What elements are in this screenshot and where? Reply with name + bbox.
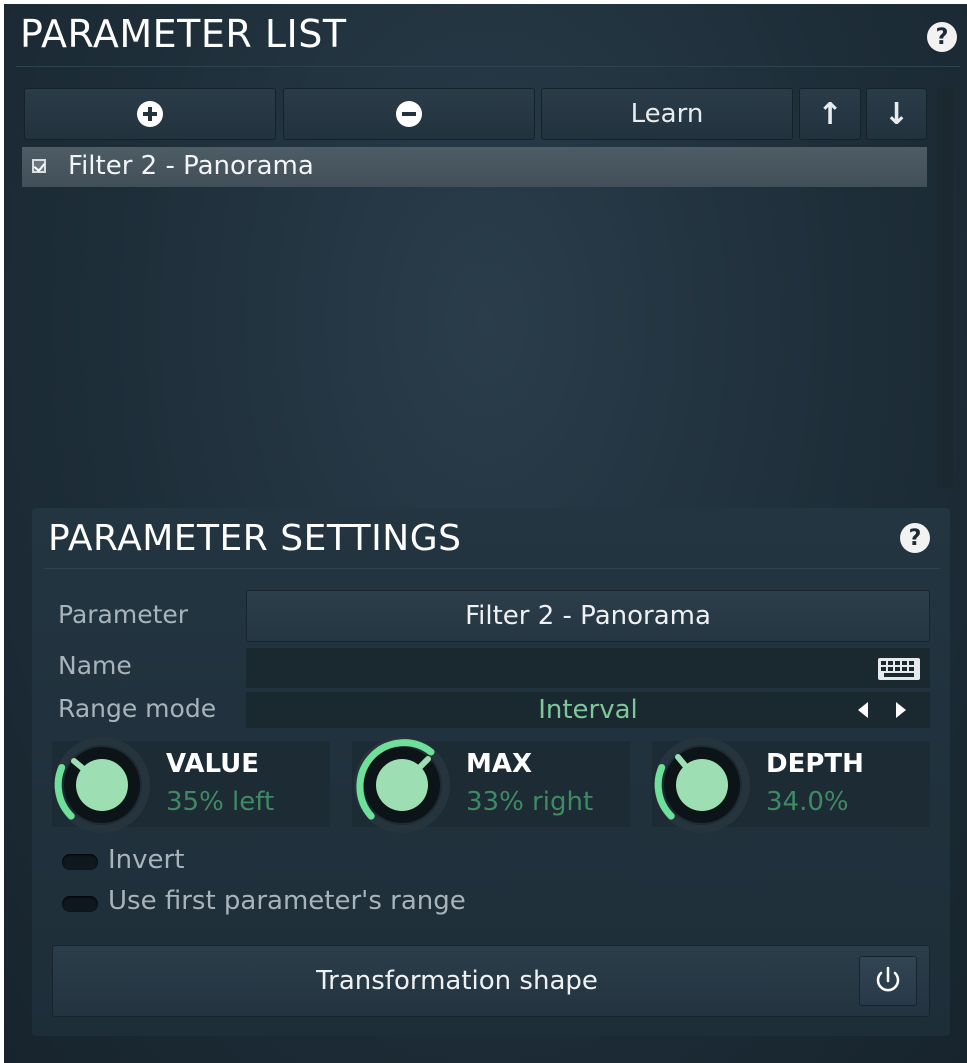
minus-icon [396, 101, 422, 127]
depth-knob[interactable] [646, 733, 758, 837]
checkbox-icon[interactable] [32, 159, 46, 173]
range-mode-value: Interval [538, 695, 638, 725]
name-field[interactable] [246, 648, 930, 688]
move-down-button[interactable]: ↓ [866, 88, 927, 140]
depth-knob-display: 34.0% [766, 787, 849, 817]
depth-knob-name: DEPTH [766, 749, 864, 779]
depth-knob-cell: DEPTH 34.0% [652, 737, 930, 833]
add-parameter-button[interactable] [24, 88, 276, 140]
power-icon [876, 966, 900, 992]
left-triangle-icon[interactable] [858, 702, 868, 718]
list-item-label: Filter 2 - Panorama [68, 151, 314, 181]
parameter-label: Parameter [58, 600, 189, 629]
name-label: Name [58, 651, 132, 680]
max-knob-name: MAX [466, 749, 533, 779]
transformation-shape-label: Transformation shape [316, 966, 598, 996]
invert-label: Invert [108, 845, 185, 875]
right-triangle-icon[interactable] [896, 702, 906, 718]
value-knob[interactable] [46, 733, 158, 837]
plus-icon [137, 101, 163, 127]
up-arrow-icon: ↑ [817, 96, 843, 132]
use-first-range-toggle[interactable] [62, 896, 98, 912]
learn-button[interactable]: Learn [541, 88, 793, 140]
parameter-select-button[interactable]: Filter 2 - Panorama [246, 590, 930, 642]
max-knob[interactable] [346, 733, 458, 837]
value-knob-cell: VALUE 35% left [52, 737, 330, 833]
value-knob-name: VALUE [166, 749, 259, 779]
list-scrollbar[interactable] [937, 88, 953, 488]
settings-divider [44, 568, 940, 569]
max-knob-display: 33% right [466, 787, 594, 817]
parameter-settings-help-icon[interactable]: ? [900, 523, 930, 553]
use-first-range-label: Use first parameter's range [108, 886, 466, 916]
invert-toggle[interactable] [62, 854, 98, 870]
transformation-shape-button[interactable]: Transformation shape [52, 945, 930, 1017]
parameter-list-title: PARAMETER LIST [20, 12, 347, 56]
keyboard-icon[interactable] [878, 658, 920, 680]
power-button[interactable] [859, 956, 917, 1006]
range-mode-label: Range mode [58, 694, 217, 723]
parameter-list-help-icon[interactable]: ? [927, 22, 957, 52]
move-up-button[interactable]: ↑ [799, 88, 861, 140]
max-knob-cell: MAX 33% right [352, 737, 630, 833]
list-item[interactable]: Filter 2 - Panorama [22, 147, 927, 187]
value-knob-display: 35% left [166, 787, 275, 817]
remove-parameter-button[interactable] [283, 88, 535, 140]
parameter-settings-title: PARAMETER SETTINGS [48, 518, 462, 559]
down-arrow-icon: ↓ [883, 96, 910, 132]
title-divider [16, 66, 960, 67]
range-mode-selector[interactable]: Interval [246, 692, 930, 728]
